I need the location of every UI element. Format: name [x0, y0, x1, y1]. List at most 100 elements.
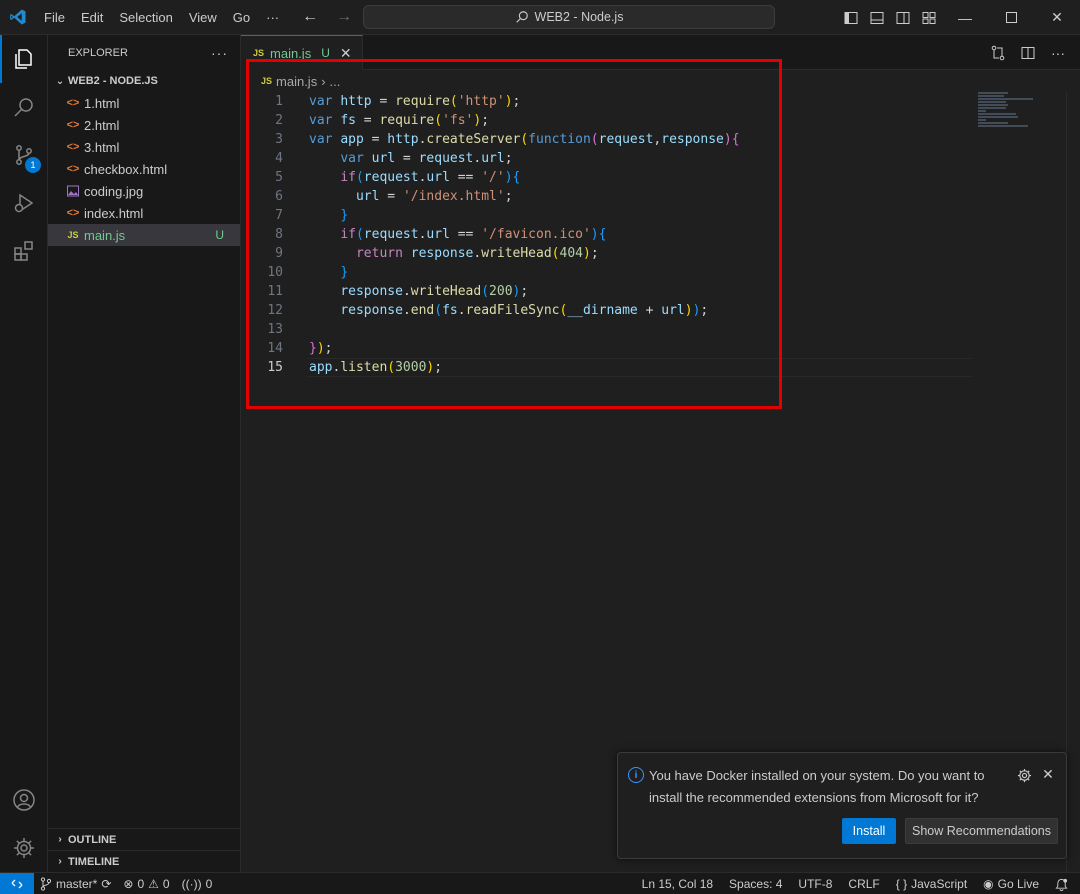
untracked-badge: U [215, 228, 224, 242]
git-branch-icon [40, 876, 52, 891]
branch-name: master* [56, 876, 98, 891]
file-label: index.html [84, 205, 144, 221]
source-control-icon[interactable]: 1 [0, 131, 48, 179]
chevron-down-icon: ⌄ [55, 75, 65, 87]
html-file-icon: <> [66, 141, 80, 153]
file-label: 2.html [84, 117, 120, 133]
editor-more-icon[interactable]: ··· [1046, 41, 1070, 65]
back-arrow-icon[interactable]: ← [297, 6, 323, 28]
language-label: JavaScript [911, 877, 968, 891]
folder-web2[interactable]: ⌄ WEB2 - NODE.JS [48, 70, 240, 92]
accounts-icon[interactable] [0, 776, 48, 824]
ports-count: 0 [205, 876, 213, 891]
menu-more[interactable]: ··· [258, 0, 287, 35]
extensions-icon[interactable] [0, 227, 48, 275]
go-live-button[interactable]: ◉ Go Live [977, 873, 1049, 894]
html-file-icon: <> [66, 97, 80, 109]
customize-layout-icon[interactable] [918, 7, 940, 29]
js-file-icon: JS [253, 48, 265, 58]
folder-label: WEB2 - NODE.JS [68, 75, 158, 87]
chevron-right-icon: › [58, 856, 62, 867]
file-item-checkbox-html[interactable]: <> checkbox.html [48, 158, 240, 180]
broadcast-icon: ((·)) [181, 876, 202, 891]
menu-selection[interactable]: Selection [111, 0, 180, 35]
problems-status[interactable]: ⊗ 0 ⚠ 0 [117, 873, 175, 894]
open-changes-icon[interactable] [986, 41, 1010, 65]
file-label: 1.html [84, 95, 120, 111]
highlight-annotation-box [246, 59, 782, 409]
menu-bar: File Edit Selection View Go ··· [36, 0, 287, 35]
docker-notification: i You have Docker installed on your syst… [617, 752, 1067, 859]
split-editor-icon[interactable] [1016, 41, 1040, 65]
cursor-position[interactable]: Ln 15, Col 18 [636, 873, 723, 894]
vscode-logo-icon [0, 0, 36, 35]
html-file-icon: <> [66, 207, 80, 219]
error-icon: ⊗ [123, 876, 134, 891]
show-recommendations-button[interactable]: Show Recommendations [905, 818, 1058, 844]
search-icon [515, 11, 528, 23]
install-button[interactable]: Install [842, 818, 896, 844]
toggle-panel-icon[interactable] [866, 7, 888, 29]
html-file-icon: <> [66, 163, 80, 175]
command-center-text: WEB2 - Node.js [534, 10, 624, 24]
command-center-search[interactable]: WEB2 - Node.js [363, 5, 775, 29]
outline-label: OUTLINE [68, 833, 117, 846]
braces-icon: { } [895, 877, 908, 891]
file-item-1-html[interactable]: <> 1.html [48, 92, 240, 114]
info-icon: i [628, 767, 644, 783]
toggle-primary-sidebar-icon[interactable] [840, 7, 862, 29]
ports-status[interactable]: ((·)) 0 [176, 873, 219, 894]
toggle-secondary-sidebar-icon[interactable] [892, 7, 914, 29]
eol-status[interactable]: CRLF [842, 873, 889, 894]
indentation-status[interactable]: Spaces: 4 [723, 873, 792, 894]
file-label: checkbox.html [84, 161, 168, 177]
go-live-label: Go Live [997, 877, 1039, 891]
file-label: 3.html [84, 139, 120, 155]
chevron-right-icon: › [58, 834, 62, 845]
title-bar: File Edit Selection View Go ··· ← → WEB2… [0, 0, 1080, 35]
search-icon[interactable] [0, 83, 48, 131]
gear-icon[interactable] [1014, 765, 1034, 785]
go-live-icon: ◉ [983, 877, 994, 891]
remote-indicator-icon[interactable] [0, 872, 34, 894]
file-item-index-html[interactable]: <> index.html [48, 202, 240, 224]
minimize-icon[interactable]: — [942, 0, 988, 35]
explorer-sidebar: EXPLORER ··· ⌄ WEB2 - NODE.JS <> 1.html … [48, 35, 241, 872]
close-notification-icon[interactable]: ✕ [1038, 764, 1058, 784]
forward-arrow-icon[interactable]: → [331, 6, 357, 28]
maximize-icon[interactable] [988, 0, 1034, 35]
file-item-coding-jpg[interactable]: coding.jpg [48, 180, 240, 202]
explorer-more-icon[interactable]: ··· [211, 45, 228, 61]
activity-bar: 1 [0, 35, 48, 872]
file-label: main.js [84, 227, 126, 243]
js-file-icon: JS [67, 230, 79, 240]
warning-icon: ⚠ [148, 876, 159, 891]
file-item-main-js[interactable]: JS main.js U [48, 224, 240, 246]
explorer-icon[interactable] [0, 35, 48, 83]
manage-gear-icon[interactable] [0, 824, 48, 872]
menu-edit[interactable]: Edit [73, 0, 111, 35]
warning-count: 0 [162, 876, 170, 891]
language-mode[interactable]: { } JavaScript [890, 873, 977, 894]
minimap[interactable] [978, 92, 1038, 132]
git-branch-status[interactable]: master* ⟳ [34, 873, 117, 894]
outline-section[interactable]: › OUTLINE [48, 828, 241, 850]
file-item-3-html[interactable]: <> 3.html [48, 136, 240, 158]
run-debug-icon[interactable] [0, 179, 48, 227]
close-window-icon[interactable]: ✕ [1034, 0, 1080, 35]
timeline-section[interactable]: › TIMELINE [48, 850, 241, 872]
file-item-2-html[interactable]: <> 2.html [48, 114, 240, 136]
source-control-badge: 1 [25, 157, 41, 173]
sync-icon[interactable]: ⟳ [101, 877, 111, 891]
notifications-bell-icon[interactable] [1049, 873, 1080, 894]
menu-go[interactable]: Go [225, 0, 258, 35]
image-file-icon [64, 185, 82, 197]
timeline-label: TIMELINE [68, 855, 120, 868]
tab-untracked-badge: U [321, 46, 330, 60]
encoding-status[interactable]: UTF-8 [792, 873, 842, 894]
notification-message: You have Docker installed on your system… [649, 768, 985, 805]
menu-file[interactable]: File [36, 0, 73, 35]
menu-view[interactable]: View [181, 0, 225, 35]
vertical-scrollbar[interactable] [1066, 92, 1080, 872]
error-count: 0 [137, 876, 145, 891]
